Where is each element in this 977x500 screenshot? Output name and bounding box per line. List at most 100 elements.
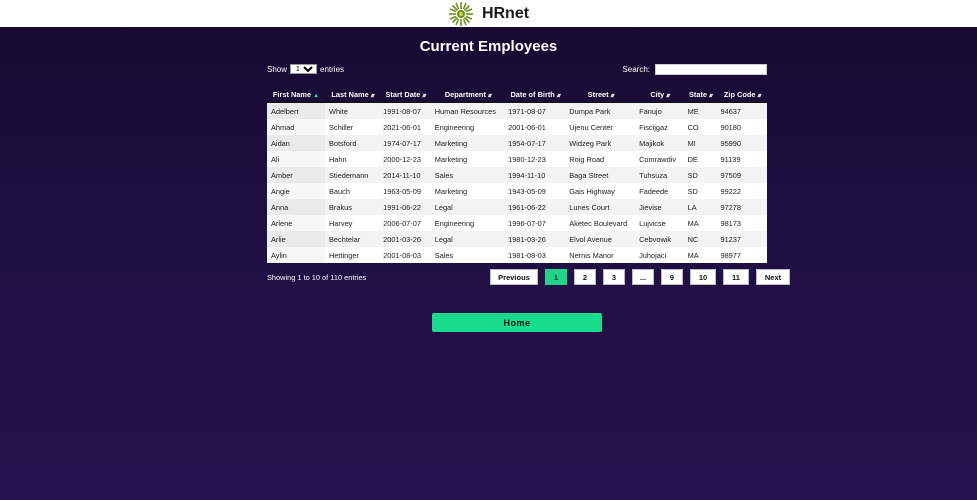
sort-icon: ▴▾ (487, 92, 492, 99)
show-label: Show (267, 64, 288, 74)
column-header[interactable]: First Name ▲ (267, 86, 325, 103)
table-header-row: First Name ▲ Last Name ▴▾ Start Date ▴▾ Depart… (267, 86, 767, 103)
sort-icon: ▴▾ (422, 92, 426, 99)
table-cell: 91237 (716, 231, 767, 247)
column-header[interactable]: Department ▴▾ (430, 86, 505, 103)
column-header-label: Department (444, 89, 486, 99)
top-navbar: HRnet (0, 0, 977, 27)
column-header[interactable]: Last Name ▴▾ (324, 86, 380, 103)
table-cell: 91139 (716, 151, 767, 167)
green-flower-logo-icon[interactable] (448, 1, 474, 27)
table-cell: Stiedemann (324, 167, 380, 183)
table-cell: Lunes Court (565, 199, 636, 215)
page-button[interactable]: 11 (723, 269, 749, 285)
table-row: Ali Hahn 2000-12-23 Marketing 1980-12-23 Roig… (267, 151, 767, 167)
table-cell: 1994-11-10 (504, 167, 566, 183)
entries-length-control: Show 10 entries (267, 64, 344, 74)
entries-select[interactable]: 10 (290, 64, 318, 74)
column-header-label: First Name (272, 89, 312, 99)
search-input[interactable] (655, 64, 767, 75)
page-button[interactable]: 2 (574, 269, 596, 285)
column-header[interactable]: City ▴▾ (635, 86, 684, 103)
table-cell: 1991-08-07 (379, 102, 431, 119)
table-cell: Gais Highway (565, 183, 636, 199)
search-control: Search: (622, 64, 767, 75)
table-cell: Ujenu Center (565, 119, 636, 135)
table-cell: CO (683, 119, 717, 135)
table-cell: 1974-07-17 (379, 135, 431, 151)
table-cell: Majikok (635, 135, 684, 151)
table-cell: Nernis Manor (565, 247, 636, 263)
table-cell: Amber (267, 167, 325, 183)
table-cell: Arlene (267, 215, 325, 231)
page-title: Current Employees (419, 38, 558, 55)
page-button[interactable]: 1 (545, 269, 567, 285)
table-cell: Juhojaci (635, 247, 684, 263)
table-cell: 2021-06-01 (379, 119, 431, 135)
table-cell: Bauch (324, 183, 380, 199)
table-cell: 1980-12-23 (504, 151, 566, 167)
table-row: Ahmad Schiller 2021-06-01 Engineering 2001-0… (267, 119, 767, 135)
table-cell: Bechtelar (324, 231, 380, 247)
table-cell: Sales (430, 247, 505, 263)
next-page-button[interactable]: Next (756, 269, 790, 285)
table-cell: Ali (267, 151, 325, 167)
table-cell: 1954-07-17 (504, 135, 566, 151)
table-cell: Human Resources (430, 102, 505, 119)
table-cell: 2001-08-03 (379, 247, 431, 263)
table-cell: Widzeg Park (565, 135, 636, 151)
column-header[interactable]: Zip Code ▴▾ (716, 86, 767, 103)
column-header-label: Last Name (331, 89, 369, 99)
table-cell: Hettinger (324, 247, 380, 263)
table-cell: Jievise (635, 199, 684, 215)
table-cell: SD (683, 167, 717, 183)
pagination-ellipsis: ... (632, 269, 654, 285)
employees-table: First Name ▲ Last Name ▴▾ Start Date ▴▾ Depart… (267, 86, 767, 263)
table-cell: Arlie (267, 231, 325, 247)
table-cell: DE (683, 151, 717, 167)
column-header[interactable]: Street ▴▾ (565, 86, 636, 103)
table-row: Arlene Harvey 2006-07-07 Engineering 1996-07… (267, 215, 767, 231)
table-cell: Aylin (267, 247, 325, 263)
column-header-label: Date of Birth (510, 89, 555, 99)
previous-page-button[interactable]: Previous (490, 269, 538, 285)
table-row: Arlie Bechtelar 2001-03-26 Legal 1981-03-26 E… (267, 231, 767, 247)
table-cell: Aketec Boulevard (565, 215, 636, 231)
table-cell: MA (683, 247, 717, 263)
table-cell: 90180 (716, 119, 767, 135)
table-cell: Tuhsuza (635, 167, 684, 183)
column-header[interactable]: Start Date ▴▾ (379, 86, 431, 103)
column-header[interactable]: Date of Birth ▴▾ (504, 86, 566, 103)
page-button[interactable]: 3 (603, 269, 625, 285)
table-cell: Marketing (430, 183, 505, 199)
sort-icon: ▴▾ (666, 92, 670, 99)
table-info: Showing 1 to 10 of 110 entries (267, 273, 367, 282)
page-button[interactable]: 9 (661, 269, 683, 285)
table-cell: 1981-08-03 (504, 247, 566, 263)
table-cell: 1981-03-26 (504, 231, 566, 247)
page-button[interactable]: 10 (690, 269, 716, 285)
table-cell: Roig Road (565, 151, 636, 167)
table-cell: Brakus (324, 199, 380, 215)
table-cell: Schiller (324, 119, 380, 135)
table-cell: Dumpa Park (565, 102, 636, 119)
entries-label: entries (320, 64, 345, 74)
table-body: Adelbert White 1991-08-07 Human Resources 19… (267, 102, 767, 263)
sort-icon: ▴▾ (610, 92, 615, 99)
sort-icon: ▴▾ (709, 92, 713, 99)
sort-icon: ▴▾ (556, 92, 561, 99)
table-row: Aylin Hettinger 2001-08-03 Sales 1981-08-03 N… (267, 247, 767, 263)
table-cell: MI (683, 135, 717, 151)
table-cell: Marketing (430, 135, 505, 151)
table-cell: Legal (430, 199, 505, 215)
table-row: Angie Bauch 1963-05-09 Marketing 1943-05-09 G… (267, 183, 767, 199)
table-cell: Harvey (324, 215, 380, 231)
table-cell: LA (683, 199, 717, 215)
table-cell: Hahn (324, 151, 380, 167)
home-button[interactable]: Home (432, 313, 602, 332)
table-cell: Angie (267, 183, 325, 199)
sort-icon: ▴▾ (370, 92, 375, 99)
column-header-label: Zip Code (723, 89, 756, 99)
column-header[interactable]: State ▴▾ (683, 86, 717, 103)
sort-icon: ▴▾ (757, 92, 762, 99)
